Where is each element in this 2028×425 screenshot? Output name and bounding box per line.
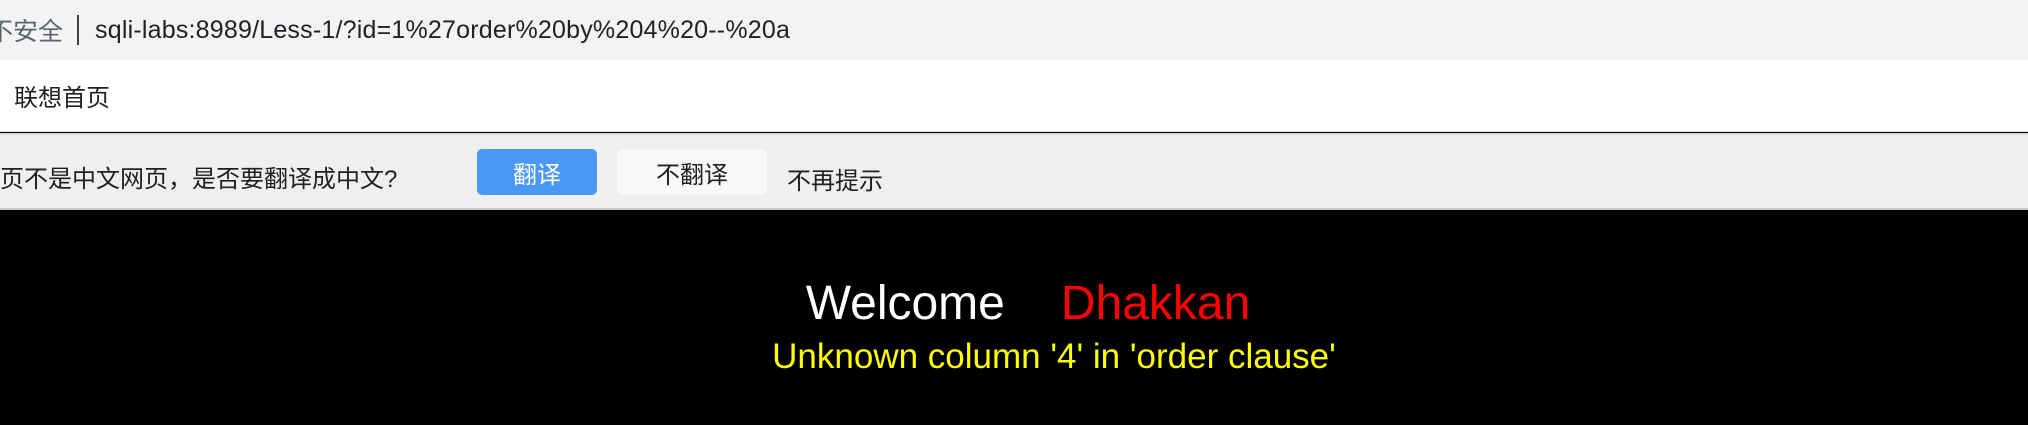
address-bar[interactable]: 不安全 sqli-labs:8989/Less-1/?id=1%27order%… — [0, 0, 2028, 60]
translate-bar: 页不是中文网页，是否要翻译成中文? 翻译 不翻译 不再提示 — [0, 133, 2028, 210]
security-status-label[interactable]: 不安全 — [0, 12, 63, 48]
bookmarks-bar: 联想首页 — [0, 60, 2028, 132]
sql-error-message: Unknown column '4' in 'order clause' — [772, 337, 1336, 376]
translate-prompt: 页不是中文网页，是否要翻译成中文? — [0, 166, 398, 193]
user-name-text: Dhakkan — [1060, 277, 1251, 330]
page-content: Welcome Dhakkan Unknown column '4' in 'or… — [0, 210, 2028, 425]
never-show-link[interactable]: 不再提示 — [787, 161, 883, 196]
address-divider — [77, 15, 80, 45]
no-translate-button[interactable]: 不翻译 — [617, 149, 767, 195]
translate-button[interactable]: 翻译 — [477, 149, 597, 195]
welcome-text: Welcome — [805, 277, 1005, 330]
url-input[interactable]: sqli-labs:8989/Less-1/?id=1%27order%20by… — [95, 16, 790, 45]
bookmark-item-lenovo-home[interactable]: 联想首页 — [14, 78, 110, 113]
welcome-heading: Welcome Dhakkan — [0, 276, 2028, 332]
